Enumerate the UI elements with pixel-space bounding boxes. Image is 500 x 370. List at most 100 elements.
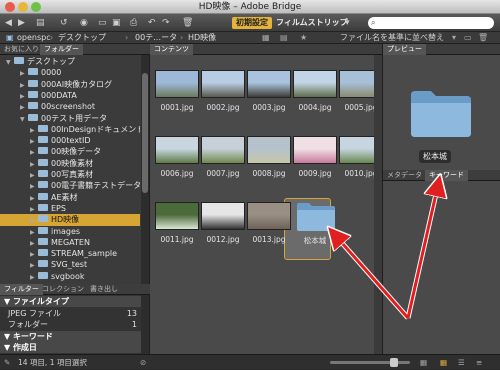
thumbnail-item[interactable]: 0008.jpg: [247, 136, 291, 191]
folder-icon: [38, 237, 48, 245]
thumbnail-item[interactable]: 0001.jpg: [155, 70, 199, 125]
photo-thumbnail: [155, 202, 199, 230]
slider-handle[interactable]: [390, 358, 398, 367]
folder-tree-item[interactable]: ▼ 00テスト用データ: [0, 113, 140, 125]
view-thumbnails-icon[interactable]: ▦: [440, 355, 447, 370]
view-options-icon[interactable]: ▦: [262, 32, 270, 44]
minimize-window-button[interactable]: [18, 2, 28, 12]
folder-tree-item[interactable]: ▶ 000DATA: [0, 90, 140, 102]
rotate-left-icon[interactable]: ↶: [148, 17, 156, 29]
back-icon[interactable]: ◀: [5, 17, 12, 29]
folder-tree-item[interactable]: ▶ HD映像: [0, 214, 140, 227]
rotate-right-icon[interactable]: ↷: [162, 17, 170, 29]
folder-tree-item[interactable]: ▶ 00screenshot: [0, 101, 140, 113]
close-window-button[interactable]: [5, 2, 15, 12]
folder-tree-item[interactable]: ▶ EPS: [0, 203, 140, 215]
folder-tree-item[interactable]: ▶ 0000: [0, 67, 140, 79]
lock-icon[interactable]: ✎: [4, 355, 10, 370]
filter-category[interactable]: ▼ ファイルタイプ: [0, 296, 141, 307]
forward-icon[interactable]: ▶: [18, 17, 25, 29]
thumbnail-item[interactable]: 0007.jpg: [201, 136, 245, 191]
folder-tree-item[interactable]: ▶ images: [0, 226, 140, 238]
grid-lock-icon[interactable]: ▦: [420, 355, 427, 370]
thumbnail-item[interactable]: 松本城: [293, 202, 337, 257]
output-icon[interactable]: ⎙: [130, 17, 137, 29]
tab-folders[interactable]: フォルダー: [40, 44, 83, 55]
photo-thumbnail: [201, 70, 245, 98]
new-folder-icon[interactable]: ▭: [464, 32, 472, 44]
breadcrumb-item[interactable]: デスクトップ: [58, 32, 106, 44]
filter-scrollbar[interactable]: [141, 295, 149, 354]
folder-icon: [411, 91, 471, 137]
tab-collections[interactable]: コレクション: [38, 284, 88, 295]
tab-keywords[interactable]: キーワード: [425, 170, 468, 181]
thumbnail-item[interactable]: 0006.jpg: [155, 136, 199, 191]
thumbnail-caption: 松本城: [303, 236, 327, 245]
folder-tree-item[interactable]: ▶ MEGATEN: [0, 237, 140, 249]
folder-tree-item[interactable]: ▶ 00写真素材: [0, 169, 140, 181]
thumbnail-caption: 0012.jpg: [206, 235, 240, 244]
tab-content[interactable]: コンテンツ: [150, 44, 193, 55]
search-input[interactable]: ⌕: [368, 17, 494, 29]
workspace-dropdown-icon[interactable]: ▾: [345, 17, 350, 29]
folder-tree-item[interactable]: ▶ 00InDesignドキュメント: [0, 124, 140, 136]
folder-label: 00電子書籍テストデータ: [51, 181, 140, 191]
star-rating-icon[interactable]: ★: [300, 32, 307, 44]
thumbnail-size-slider[interactable]: [330, 358, 410, 367]
metadata-panel-tabs: メタデータ キーワード: [383, 170, 500, 181]
photo-thumbnail: [293, 136, 337, 164]
camera-icon[interactable]: ◉: [80, 17, 88, 29]
folder-tree-item[interactable]: ▶ svgbook: [0, 271, 140, 283]
folder-tree-item[interactable]: ▶ STREAM_sample: [0, 248, 140, 260]
thumbnail-item[interactable]: 0002.jpg: [201, 70, 245, 125]
filter-option[interactable]: フォルダー 1: [0, 319, 141, 330]
folder-tree-item[interactable]: ▶ SVG_test: [0, 259, 140, 271]
folder-icon: [38, 158, 48, 166]
open-recent-icon[interactable]: ▾: [452, 32, 456, 44]
thumbnail-item[interactable]: 0009.jpg: [293, 136, 337, 191]
sort-dropdown[interactable]: ファイル名を基準に並べ替え: [340, 32, 444, 44]
workspace-filmstrip-button[interactable]: フィルムストリップ: [276, 17, 348, 29]
refine-icon[interactable]: ▭: [98, 17, 107, 29]
filter-category[interactable]: ▼ 作成日: [0, 342, 141, 353]
thumbnail-item[interactable]: 0011.jpg: [155, 202, 199, 257]
breadcrumb-item[interactable]: HD映像: [188, 32, 216, 44]
thumbnail-item[interactable]: 0003.jpg: [247, 70, 291, 125]
delete-item-icon[interactable]: 🗑: [478, 32, 488, 44]
folder-tree-item[interactable]: ▶ 00映像データ: [0, 146, 140, 158]
filter-category[interactable]: ▼ キーワード: [0, 330, 141, 342]
thumbnail-item[interactable]: 0012.jpg: [201, 202, 245, 257]
filter-items-icon[interactable]: ▤: [280, 32, 288, 44]
breadcrumb-item[interactable]: openspc: [17, 32, 51, 44]
folder-tree-item[interactable]: ▶ 00映像素材: [0, 158, 140, 170]
review-icon[interactable]: ▣: [112, 17, 121, 29]
tab-filter[interactable]: フィルター: [0, 284, 43, 295]
folder-tree-item[interactable]: ▼ デスクトップ: [0, 56, 140, 68]
folder-tree-item[interactable]: ▶ AE素材: [0, 192, 140, 204]
filter-option[interactable]: JPEG ファイル 13: [0, 308, 141, 319]
tab-favorites[interactable]: お気に入り: [0, 44, 43, 55]
zoom-window-button[interactable]: [31, 2, 41, 12]
folder-icon: [38, 271, 48, 279]
disclosure-triangle-icon[interactable]: ▶: [30, 272, 38, 283]
view-list-icon[interactable]: ≡: [476, 355, 482, 370]
scrollbar-thumb[interactable]: [142, 73, 148, 193]
boomerang-icon[interactable]: ↺: [60, 17, 68, 29]
view-details-icon[interactable]: ☰: [458, 355, 465, 370]
recent-folder-icon[interactable]: ▤: [36, 17, 45, 29]
content-scrollbar[interactable]: [374, 55, 382, 354]
thumbnail-item[interactable]: 0013.jpg: [247, 202, 291, 257]
workspace-default-button[interactable]: 初期設定: [232, 17, 272, 29]
folder-tree-item[interactable]: ▶ 000textID: [0, 135, 140, 147]
tab-metadata[interactable]: メタデータ: [383, 170, 426, 181]
thumbnail-item[interactable]: 0004.jpg: [293, 70, 337, 125]
delete-icon[interactable]: 🗑: [182, 17, 193, 29]
breadcrumb-item[interactable]: 00テ…ータ: [135, 32, 177, 44]
folder-tree-scrollbar[interactable]: [141, 55, 149, 284]
folder-label: MEGATEN: [51, 237, 90, 247]
tab-preview[interactable]: プレビュー: [383, 44, 426, 55]
tab-export[interactable]: 書き出し: [86, 284, 122, 295]
folder-tree-item[interactable]: ▶ 00電子書籍テストデータ: [0, 180, 140, 192]
breadcrumb-separator-icon: ›: [50, 33, 54, 42]
folder-tree-item[interactable]: ▶ 000AI映像カタログ: [0, 79, 140, 91]
